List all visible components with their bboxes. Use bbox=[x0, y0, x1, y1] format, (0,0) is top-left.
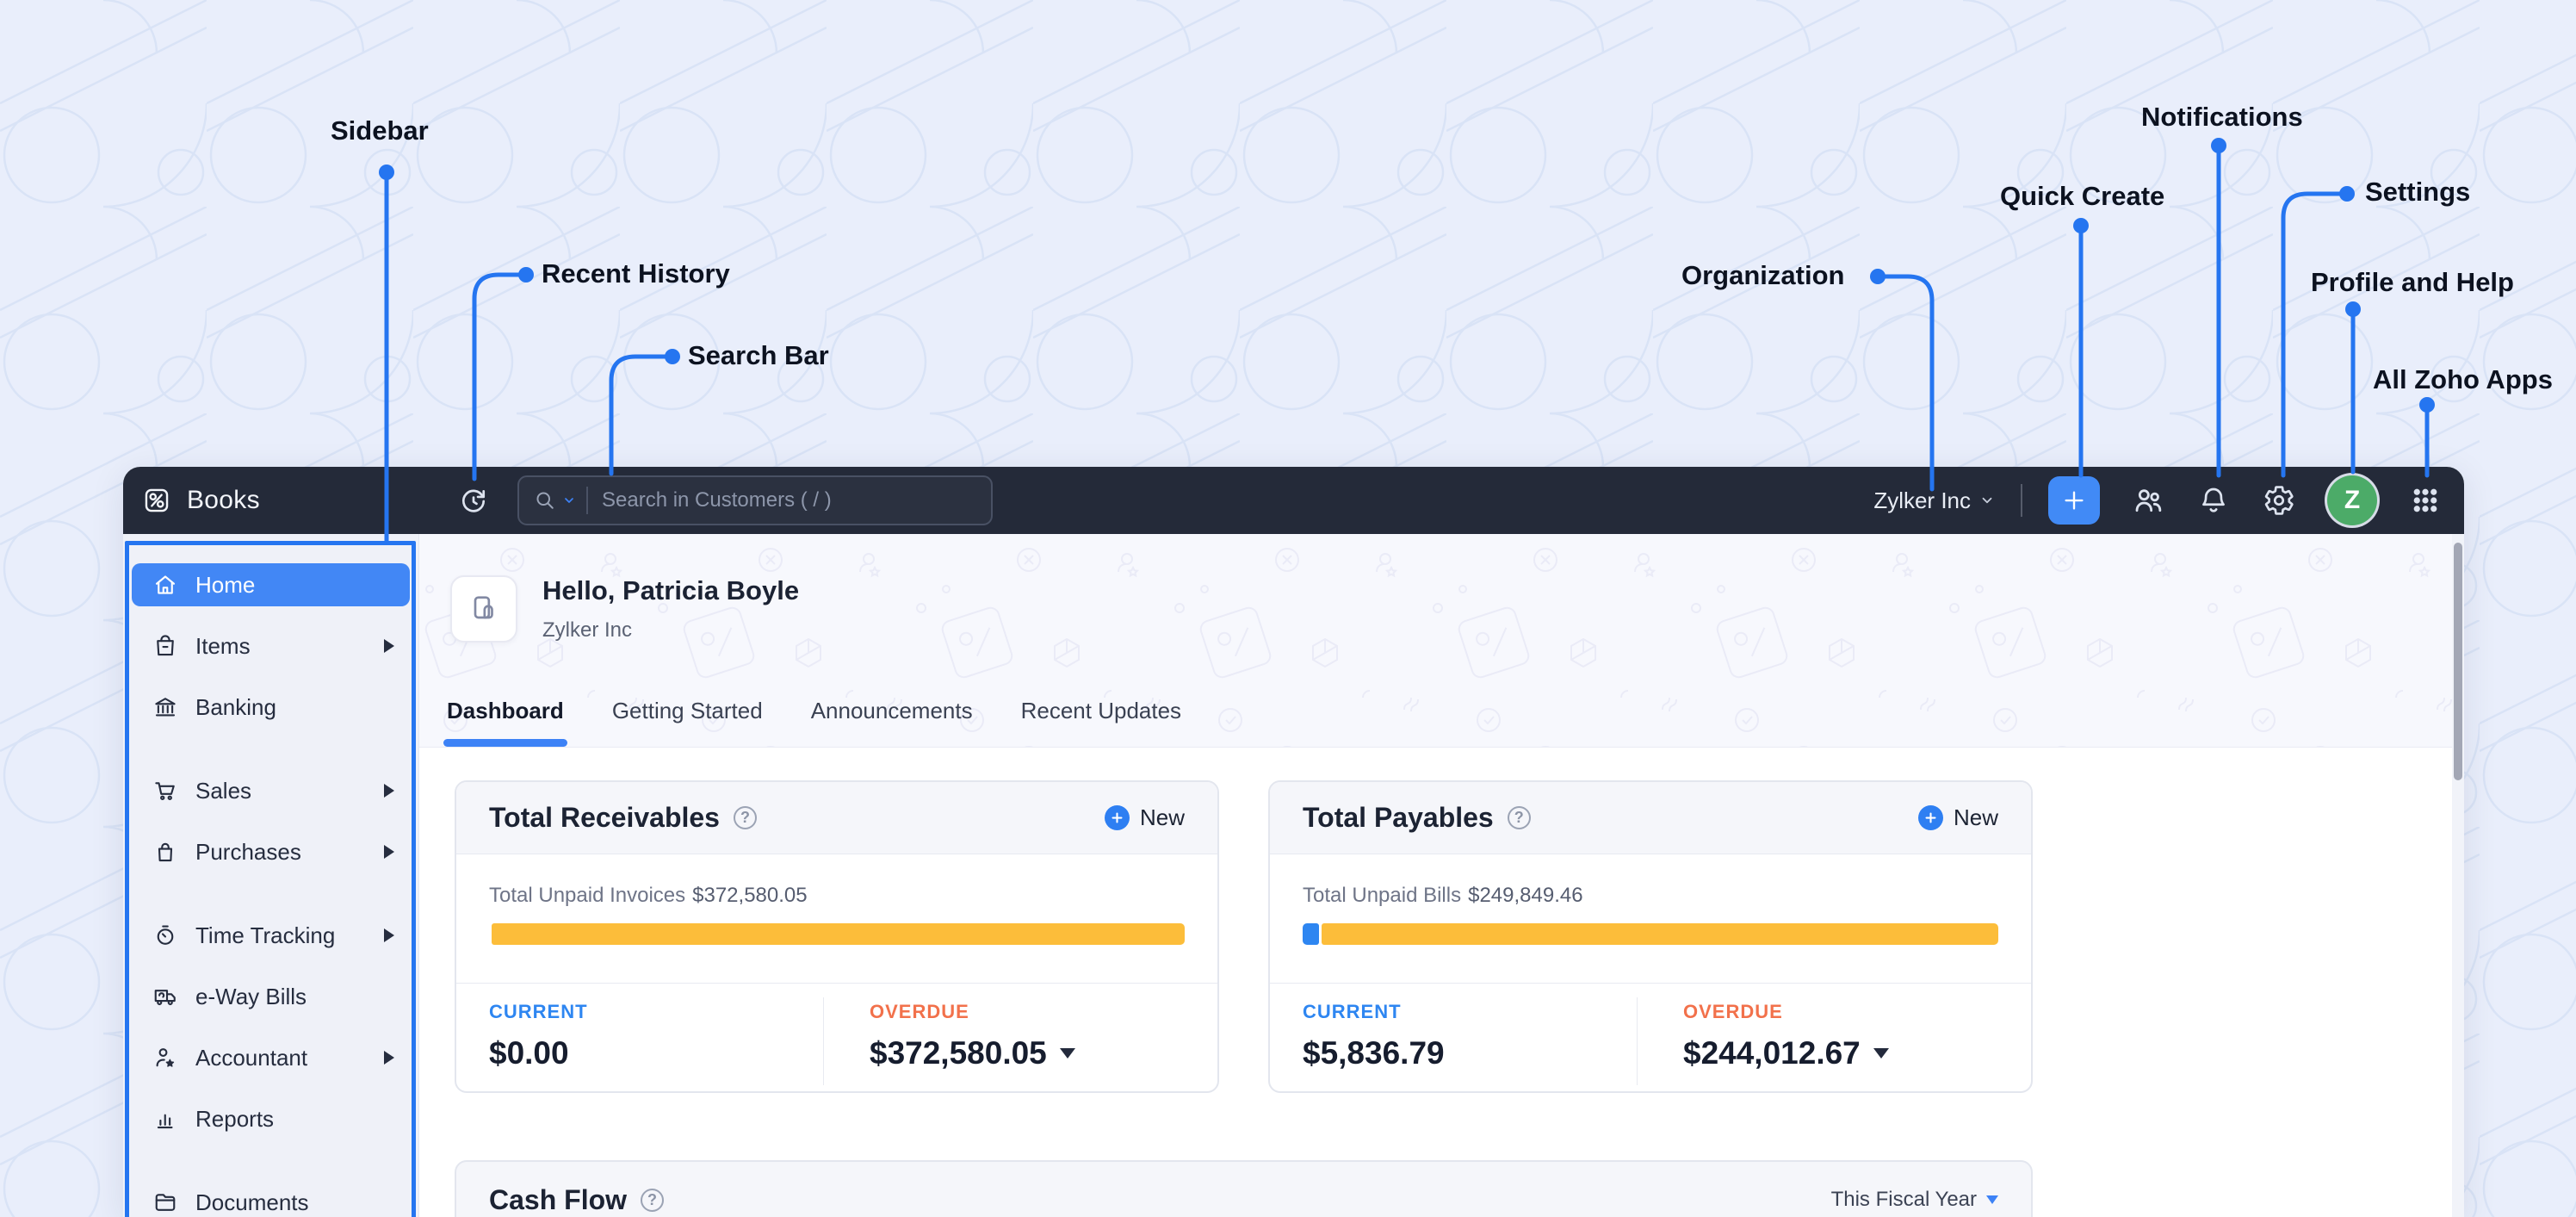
cash-flow-period-filter[interactable]: This Fiscal Year bbox=[1831, 1188, 1998, 1212]
recent-history-button[interactable] bbox=[455, 483, 492, 519]
payables-current-value: $5,836.79 bbox=[1303, 1035, 1445, 1071]
search-icon bbox=[536, 492, 554, 509]
document-icon bbox=[474, 596, 493, 619]
callout-quick-create: Quick Create bbox=[2000, 181, 2165, 211]
sidebar-highlight-outline bbox=[125, 541, 416, 1217]
payables-new-button[interactable]: New bbox=[1917, 804, 1998, 831]
receivables-title: Total Receivables bbox=[489, 802, 720, 833]
organization-selector[interactable]: Zylker Inc bbox=[1873, 487, 1995, 514]
receivables-current-label: CURRENT bbox=[489, 1001, 588, 1022]
navbar-right-cluster: Zylker Inc Z bbox=[1873, 467, 2443, 534]
profile-avatar[interactable]: Z bbox=[2327, 475, 2377, 525]
payables-summary: Total Unpaid Bills $249,849.46 bbox=[1303, 884, 1583, 907]
chevron-down-icon bbox=[1986, 1195, 1998, 1204]
receivables-header: Total Receivables ? New bbox=[456, 782, 1217, 854]
chevron-down-icon bbox=[1982, 497, 1992, 504]
bell-icon bbox=[2202, 487, 2225, 512]
receivables-overdue-value: $372,580.05 bbox=[870, 1035, 1047, 1071]
main-content: Hello, Patricia Boyle Zylker Inc Dashboa… bbox=[419, 534, 2452, 1217]
greeting-title: Hello, Patricia Boyle bbox=[542, 575, 800, 605]
receivables-summary: Total Unpaid Invoices $372,580.05 bbox=[489, 884, 808, 907]
users-icon bbox=[2135, 489, 2162, 512]
avatar-initial: Z bbox=[2344, 486, 2361, 514]
payables-summary-value: $249,849.46 bbox=[1468, 884, 1583, 907]
overdue-dropdown-caret[interactable] bbox=[1059, 1048, 1075, 1059]
cash-flow-card: Cash Flow ? This Fiscal Year bbox=[455, 1160, 2033, 1217]
notifications-button[interactable] bbox=[2196, 483, 2231, 518]
search-divider bbox=[586, 487, 588, 514]
payables-current-label: CURRENT bbox=[1303, 1001, 1402, 1022]
new-label: New bbox=[1139, 804, 1185, 830]
greeting-avatar-tile bbox=[450, 575, 517, 643]
callout-notifications: Notifications bbox=[2141, 102, 2303, 132]
apps-grid-icon bbox=[2413, 488, 2437, 512]
settings-button[interactable] bbox=[2262, 483, 2296, 518]
top-navbar: Books Search in Customers (/) Zylker I… bbox=[123, 467, 2464, 534]
tab-recent-updates[interactable]: Recent Updates bbox=[1019, 698, 1183, 747]
payables-header: Total Payables ? New bbox=[1270, 782, 2031, 854]
books-logo[interactable]: Books bbox=[142, 467, 260, 534]
callout-sidebar: Sidebar bbox=[331, 115, 429, 146]
payables-overdue-label: OVERDUE bbox=[1683, 1001, 1783, 1022]
cash-flow-title: Cash Flow bbox=[489, 1183, 628, 1215]
receivables-progress-bar bbox=[489, 923, 1185, 945]
receivables-current-value: $0.00 bbox=[489, 1035, 569, 1071]
scrollbar-thumb[interactable] bbox=[2454, 543, 2462, 780]
search-input[interactable] bbox=[602, 488, 977, 512]
overdue-dropdown-caret[interactable] bbox=[1873, 1048, 1889, 1059]
callout-all-zoho-apps: All Zoho Apps bbox=[2373, 364, 2553, 394]
receivables-overdue-label: OVERDUE bbox=[870, 1001, 969, 1022]
app-name: Books bbox=[187, 486, 260, 514]
help-icon[interactable]: ? bbox=[641, 1188, 665, 1212]
dashboard-header: Hello, Patricia Boyle Zylker Inc Dashboa… bbox=[419, 534, 2452, 748]
content-scrollbar[interactable] bbox=[2452, 534, 2464, 1217]
callout-profile-help: Profile and Help bbox=[2311, 267, 2514, 297]
column-divider bbox=[823, 997, 824, 1085]
users-button[interactable] bbox=[2131, 483, 2165, 518]
payables-overdue-value: $244,012.67 bbox=[1683, 1035, 1861, 1071]
zoho-books-window: Books Search in Customers (/) Zylker I… bbox=[123, 467, 2464, 1217]
help-icon[interactable]: ? bbox=[733, 806, 757, 829]
plus-circle-icon bbox=[1104, 805, 1130, 830]
history-icon bbox=[461, 489, 486, 512]
all-zoho-apps-button[interactable] bbox=[2408, 483, 2443, 518]
global-search bbox=[517, 475, 993, 525]
organization-name: Zylker Inc bbox=[1873, 487, 1971, 513]
annotated-screenshot: Books Search in Customers (/) Zylker I… bbox=[0, 0, 2576, 1217]
total-receivables-card: Total Receivables ? New Total Unpaid Inv… bbox=[455, 780, 1219, 1093]
dashboard-tabs: Dashboard Getting Started Announcements … bbox=[443, 698, 1183, 747]
plus-icon bbox=[2065, 491, 2084, 510]
books-logo-icon bbox=[145, 488, 169, 512]
greeting-org: Zylker Inc bbox=[542, 618, 633, 642]
column-divider bbox=[1637, 997, 1638, 1085]
payables-title: Total Payables bbox=[1303, 802, 1494, 833]
payables-current-segment bbox=[1303, 923, 1320, 945]
payables-progress-bar bbox=[1303, 923, 1998, 945]
receivables-new-button[interactable]: New bbox=[1104, 804, 1185, 831]
new-label: New bbox=[1953, 804, 1998, 830]
callout-organization: Organization bbox=[1681, 260, 1845, 290]
receivables-overdue-segment bbox=[492, 923, 1185, 945]
tab-getting-started[interactable]: Getting Started bbox=[610, 698, 765, 747]
receivables-summary-value: $372,580.05 bbox=[692, 884, 808, 907]
period-filter-label: This Fiscal Year bbox=[1830, 1188, 1977, 1211]
total-payables-card: Total Payables ? New Total Unpaid Bills bbox=[1268, 780, 2033, 1093]
navbar-divider bbox=[2021, 484, 2022, 517]
callout-settings: Settings bbox=[2365, 177, 2471, 207]
help-icon[interactable]: ? bbox=[1507, 806, 1531, 829]
tab-announcements[interactable]: Announcements bbox=[809, 698, 975, 747]
gear-icon bbox=[2264, 486, 2294, 515]
callout-recent-history: Recent History bbox=[542, 258, 730, 289]
plus-circle-icon bbox=[1917, 805, 1943, 830]
tab-dashboard[interactable]: Dashboard bbox=[443, 698, 567, 747]
quick-create-button[interactable] bbox=[2048, 476, 2100, 525]
callout-search-bar: Search Bar bbox=[688, 340, 829, 370]
payables-overdue-segment bbox=[1322, 923, 1998, 945]
search-scope-chevron-icon[interactable] bbox=[562, 494, 576, 507]
